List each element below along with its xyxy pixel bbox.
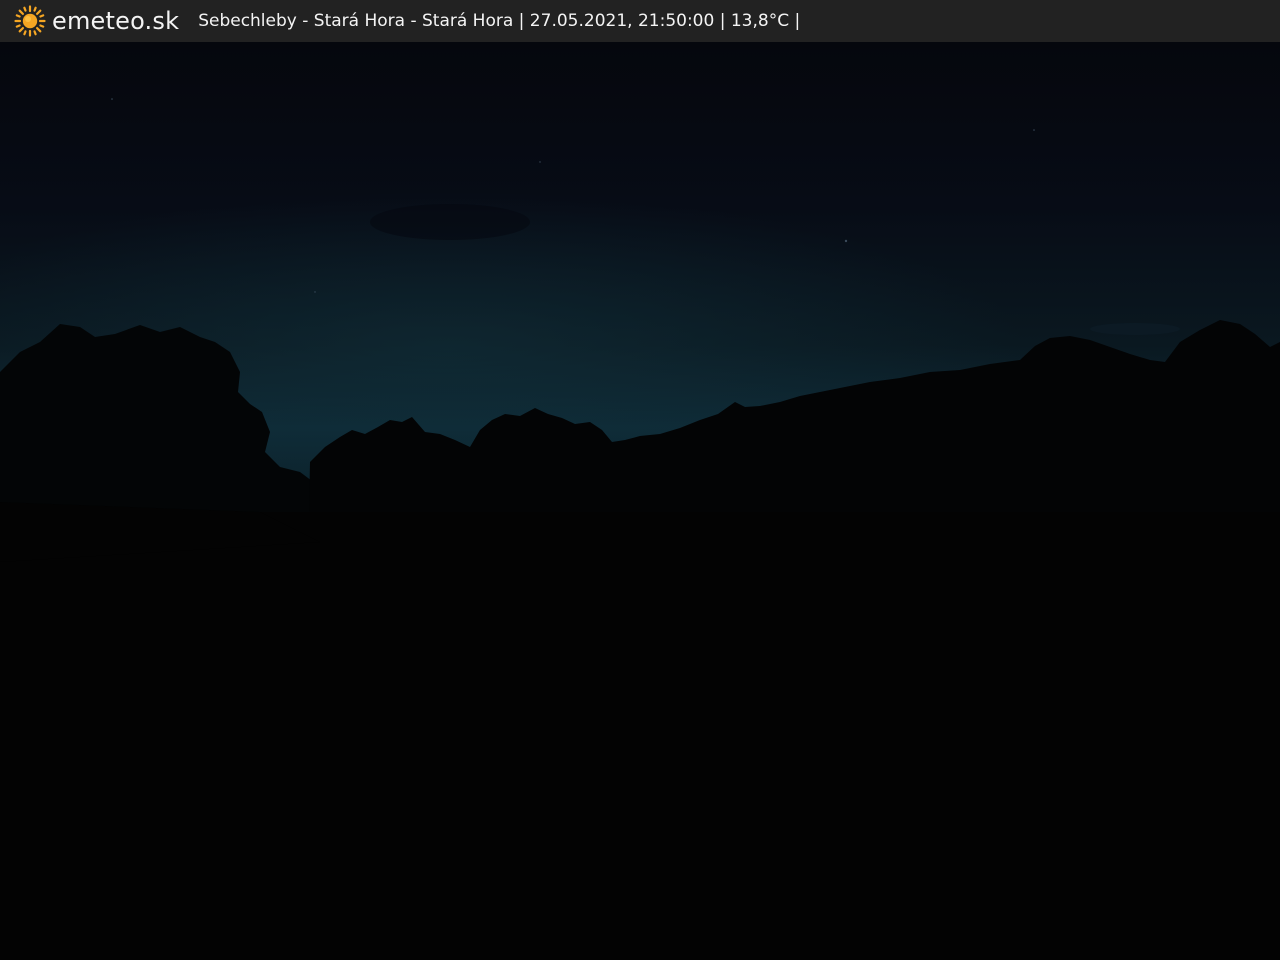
sun-icon <box>14 5 46 37</box>
header-bar: emeteo.sk Sebechleby - Stará Hora - Star… <box>0 0 1280 42</box>
webcam-image <box>0 42 1280 960</box>
brand-name: emeteo.sk <box>52 7 180 35</box>
logo[interactable]: emeteo.sk <box>14 0 179 42</box>
webcam-frame: emeteo.sk Sebechleby - Stará Hora - Star… <box>0 0 1280 960</box>
foreground-ground <box>0 512 1280 960</box>
webcam-caption: Sebechleby - Stará Hora - Stará Hora | 2… <box>198 11 801 31</box>
